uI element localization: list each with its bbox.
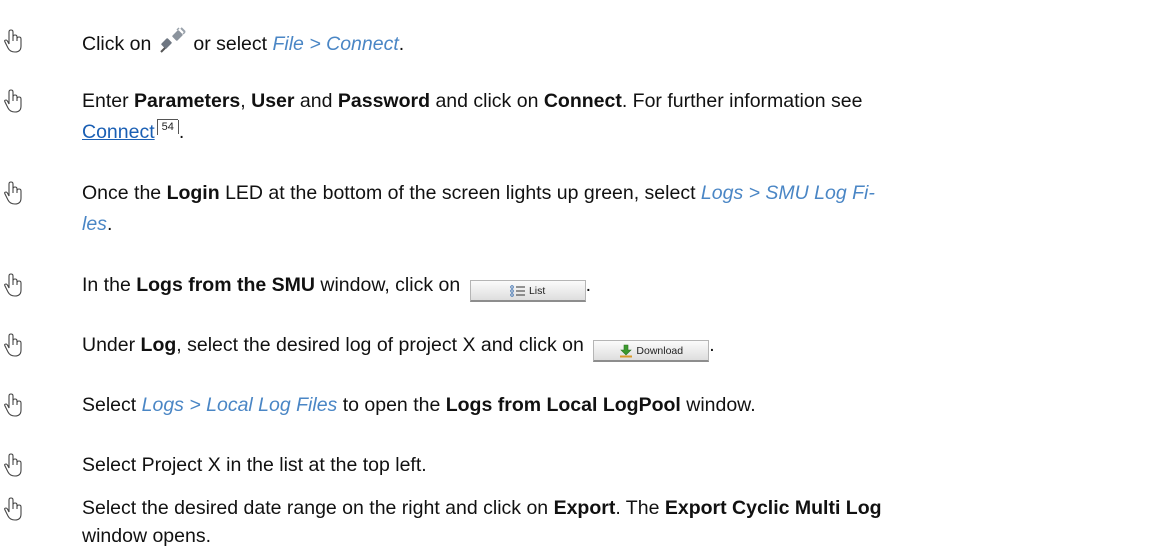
connect-link[interactable]: Connect xyxy=(82,121,155,143)
step-text: Select the desired date range on the rig… xyxy=(82,497,549,519)
bold-term: Logs from the SMU xyxy=(136,274,315,296)
step-8-text: Select the desired date range on the rig… xyxy=(82,494,1157,550)
bold-term: Log xyxy=(140,334,177,356)
step-text: , select the desired log of project X an… xyxy=(176,334,584,356)
step-text: . xyxy=(178,121,185,143)
step-text: window opens. xyxy=(82,525,211,547)
bold-term: Export xyxy=(553,497,616,519)
list-button[interactable]: List xyxy=(469,280,586,302)
step-text: . For further information see xyxy=(621,90,863,112)
instruction-list: Click on or select File > Connect. Enter … xyxy=(0,0,1171,553)
mouse-pointer-icon xyxy=(4,181,22,205)
step-text: Once the xyxy=(82,182,162,204)
mouse-pointer-icon xyxy=(4,89,22,113)
menu-path: Logs > Local Log Files xyxy=(141,394,338,416)
bold-term: Export Cyclic Multi Log xyxy=(664,497,882,519)
list-icon xyxy=(510,285,525,297)
step-text: Enter xyxy=(82,90,129,112)
step-1-text: Click on or select File > Connect. xyxy=(82,26,1157,60)
mouse-pointer-icon xyxy=(4,273,22,297)
download-button[interactable]: Download xyxy=(593,340,710,362)
step-text: . The xyxy=(615,497,660,519)
step-text: or select xyxy=(193,33,268,55)
plug-connect-icon xyxy=(160,27,187,53)
step-text: Select xyxy=(82,394,137,416)
mouse-pointer-icon xyxy=(4,497,22,521)
bold-term: Login xyxy=(166,182,220,204)
step-7-text: Select Project X in the list at the top … xyxy=(82,450,1157,481)
step-3-text: Once the Login LED at the bottom of the … xyxy=(82,178,1157,240)
mouse-pointer-icon xyxy=(4,393,22,417)
step-text: to open the xyxy=(342,394,441,416)
step-5-text: Under Log, select the desired log of pro… xyxy=(82,330,1157,362)
step-text: , xyxy=(240,90,246,112)
bold-term: Parameters xyxy=(134,90,241,112)
menu-path-continued: les xyxy=(82,213,107,235)
step-text: LED at the bottom of the screen lights u… xyxy=(225,182,696,204)
step-text: . xyxy=(106,213,113,235)
step-text: . xyxy=(709,334,715,356)
step-text: window. xyxy=(686,394,756,416)
step-text: and click on xyxy=(435,90,539,112)
mouse-pointer-icon xyxy=(4,333,22,357)
list-button-label: List xyxy=(528,285,546,297)
step-text: . xyxy=(585,274,592,296)
mouse-pointer-icon xyxy=(4,453,22,477)
step-text: . xyxy=(398,33,405,55)
bold-term: Password xyxy=(337,90,431,112)
step-text: and xyxy=(299,90,333,112)
step-4-text: In the Logs from the SMU window, click o… xyxy=(82,270,1157,302)
download-button-label: Download xyxy=(636,345,684,357)
menu-path: File > Connect xyxy=(272,33,399,55)
download-icon xyxy=(620,344,633,358)
menu-path: Logs > SMU Log Fi- xyxy=(700,182,875,204)
step-6-text: Select Logs > Local Log Files to open th… xyxy=(82,390,1157,421)
bold-term: Logs from Local LogPool xyxy=(445,394,681,416)
step-text: Under xyxy=(82,334,136,356)
step-text: Click on xyxy=(82,33,152,55)
bold-term: User xyxy=(251,90,295,112)
mouse-pointer-icon xyxy=(4,29,22,53)
page-reference[interactable]: 54 xyxy=(156,119,178,135)
step-text: In the xyxy=(82,274,131,296)
step-2-text: Enter Parameters, User and Password and … xyxy=(82,86,1157,148)
step-text: window, click on xyxy=(320,274,461,296)
step-text: Select Project X in the list at the top … xyxy=(82,454,427,476)
bold-term: Connect xyxy=(543,90,622,112)
